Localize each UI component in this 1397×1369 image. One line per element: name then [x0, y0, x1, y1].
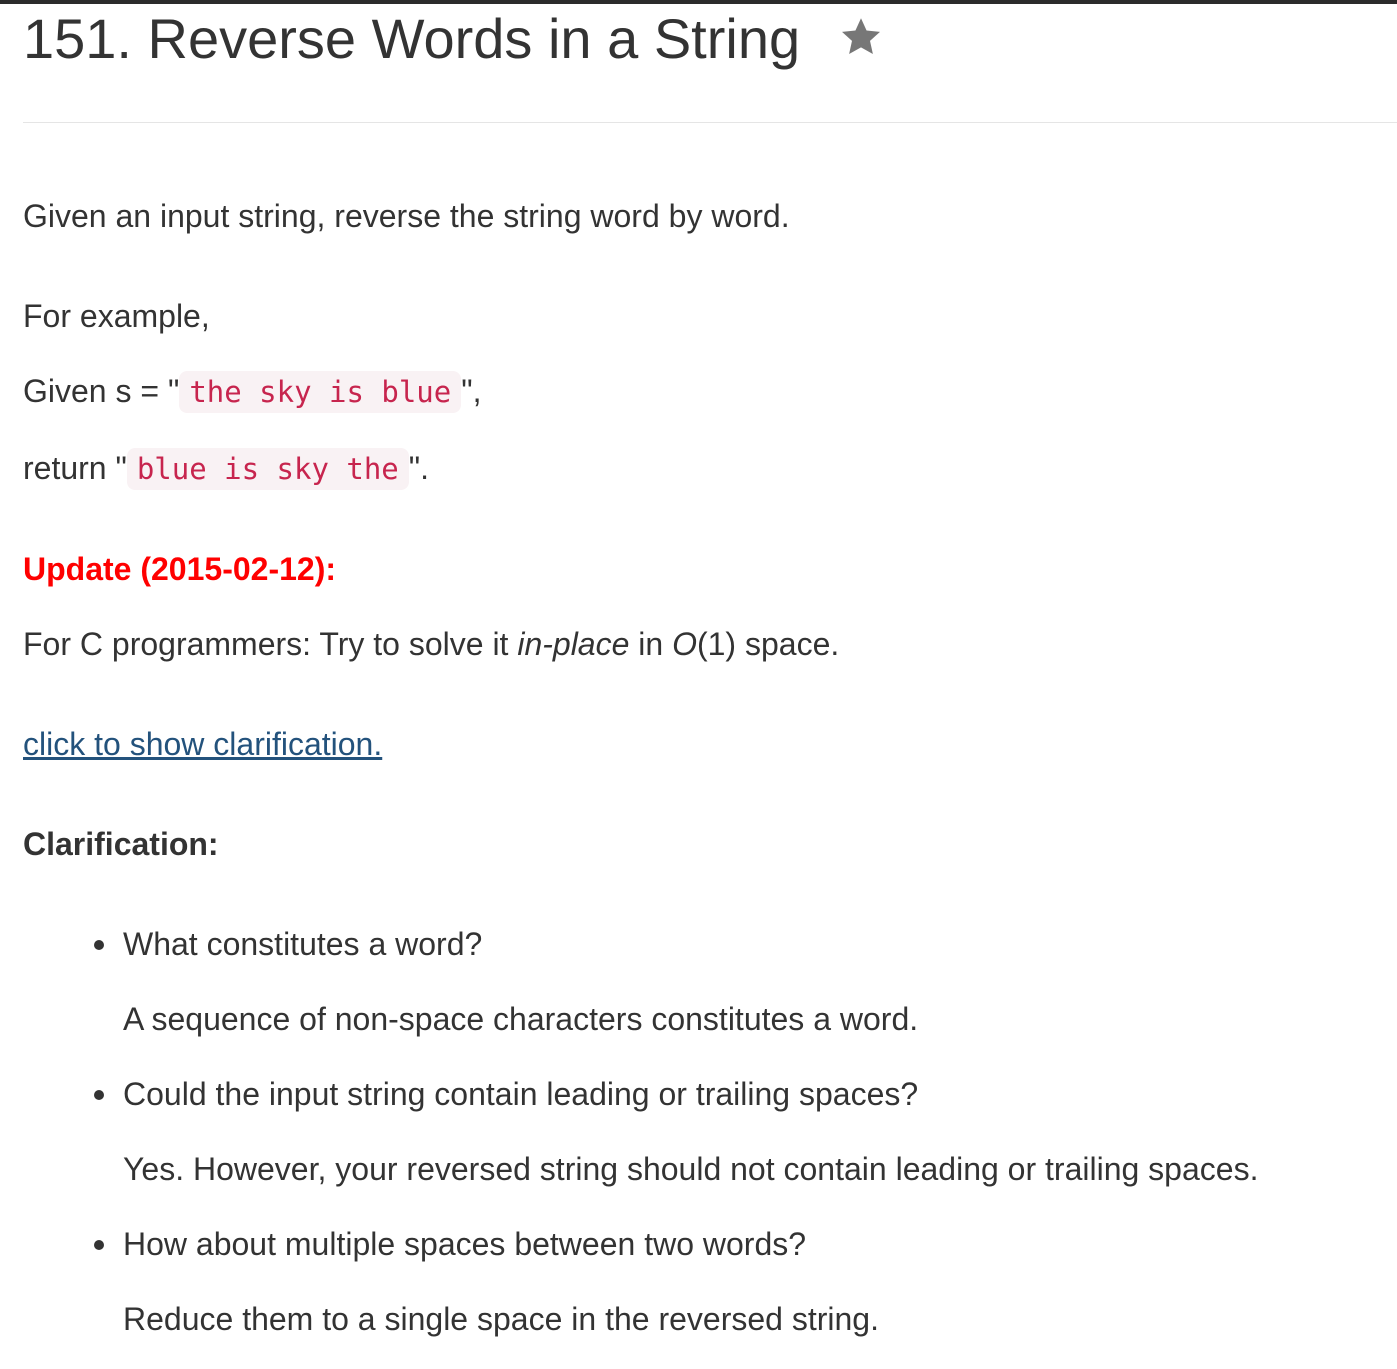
- return-prefix: return ": [23, 450, 127, 486]
- clarification-link-row: click to show clarification.: [23, 724, 382, 764]
- given-prefix: Given s = ": [23, 373, 180, 409]
- big-o-emphasis: O: [672, 626, 697, 662]
- title-divider: [23, 122, 1397, 123]
- update-text-suffix: (1) space.: [696, 626, 840, 662]
- given-suffix: ",: [461, 373, 482, 409]
- update-text: For C programmers: Try to solve it in-pl…: [23, 624, 839, 664]
- bullet-icon: [94, 1240, 104, 1250]
- bullet-icon: [94, 1090, 104, 1100]
- update-text-prefix: For C programmers: Try to solve it: [23, 626, 518, 662]
- clarification-question: Could the input string contain leading o…: [123, 1076, 919, 1112]
- example-output: return " blue is sky the ".: [23, 448, 429, 490]
- bullet-icon: [94, 940, 104, 950]
- return-suffix: ".: [408, 450, 429, 486]
- example-output-code: blue is sky the: [126, 448, 409, 490]
- clarification-heading: Clarification:: [23, 826, 219, 862]
- problem-title: 151. Reverse Words in a String: [23, 7, 801, 70]
- update-text-mid: in: [629, 626, 673, 662]
- clarification-question: How about multiple spaces between two wo…: [123, 1226, 807, 1262]
- show-clarification-link[interactable]: click to show clarification.: [23, 726, 382, 762]
- clarification-answer: A sequence of non-space characters const…: [123, 1001, 919, 1037]
- update-label: Update (2015-02-12):: [23, 551, 336, 587]
- clarification-answer: Reduce them to a single space in the rev…: [123, 1301, 879, 1337]
- in-place-emphasis: in-place: [517, 626, 630, 662]
- title-row: 151. Reverse Words in a String: [23, 4, 884, 74]
- star-icon[interactable]: [838, 14, 884, 60]
- clarification-question: What constitutes a word?: [123, 926, 483, 962]
- problem-intro: Given an input string, reverse the strin…: [23, 198, 790, 234]
- example-input-code: the sky is blue: [179, 371, 462, 413]
- clarification-answer: Yes. However, your reversed string shoul…: [123, 1151, 1259, 1187]
- example-heading: For example,: [23, 298, 210, 334]
- example-input: Given s = " the sky is blue ",: [23, 371, 482, 413]
